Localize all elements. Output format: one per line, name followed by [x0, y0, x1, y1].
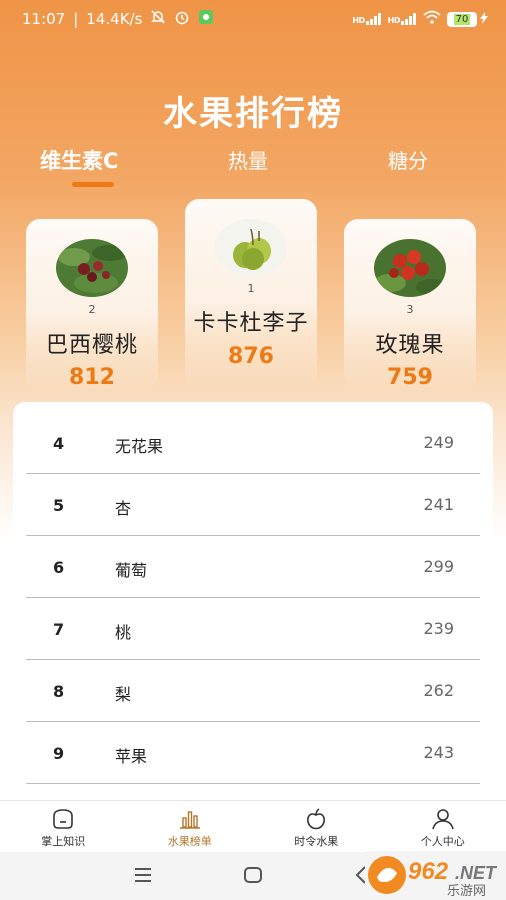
battery-percent: 70	[453, 13, 471, 25]
signal-icon-2: HD	[388, 13, 417, 25]
nav-fruit-ranking[interactable]: 水果榜单	[127, 801, 254, 852]
podium-name-1: 卡卡杜李子	[193, 311, 309, 336]
app-notification-icon	[198, 9, 214, 29]
ranking-list: 4 无花果 249 5 杏 241 6 葡萄 299 7 桃 239 8 梨 2…	[13, 402, 493, 802]
row-value: 249	[423, 433, 454, 452]
home-square-icon[interactable]	[243, 864, 263, 890]
menu-icon[interactable]	[133, 864, 153, 890]
wifi-icon	[423, 10, 441, 28]
brazil-cherry-image	[56, 239, 128, 297]
row-name: 无花果	[115, 437, 164, 456]
charging-icon	[480, 10, 488, 28]
nav-seasonal-fruit[interactable]: 时令水果	[253, 801, 380, 852]
row-rank: 5	[53, 496, 65, 515]
row-name: 杏	[115, 499, 132, 518]
hd-label-2: HD	[387, 16, 401, 25]
person-icon	[431, 807, 455, 831]
list-row[interactable]: 8 梨 262	[26, 660, 480, 722]
battery-level: 70	[447, 11, 477, 27]
nav-profile[interactable]: 个人中心	[380, 801, 506, 852]
row-rank: 4	[53, 434, 65, 453]
podium-value-3: 759	[387, 365, 433, 390]
alarm-icon	[174, 9, 190, 29]
chat-icon	[51, 807, 75, 831]
mute-bell-icon	[150, 9, 166, 29]
podium-card-1[interactable]: 1 卡卡杜李子 876	[185, 199, 317, 389]
row-name: 桃	[115, 623, 132, 642]
row-rank: 8	[53, 682, 65, 701]
row-rank: 7	[53, 620, 65, 639]
row-value: 239	[423, 619, 454, 638]
nav-label: 掌上知识	[41, 835, 86, 848]
list-row[interactable]: 4 无花果 249	[26, 412, 480, 474]
list-row[interactable]: 7 桃 239	[26, 598, 480, 660]
tab-calories[interactable]: 热量	[228, 145, 268, 174]
podium-rank-1: 1	[247, 282, 255, 295]
bottom-nav: 掌上知识 水果榜单 时令水果 个人中心	[0, 800, 506, 852]
bar-chart-icon	[178, 807, 202, 831]
nav-label: 个人中心	[420, 835, 465, 848]
podium-rank-3: 3	[406, 303, 414, 316]
row-value: 243	[423, 743, 454, 762]
podium-name-3: 玫瑰果	[375, 333, 445, 358]
podium-value-1: 876	[228, 344, 274, 369]
status-right: HD HD 70	[352, 10, 488, 28]
network-speed: 14.4K/s	[86, 10, 143, 28]
row-value: 241	[423, 495, 454, 514]
page-title: 水果排行榜	[163, 94, 343, 134]
podium-name-2: 巴西樱桃	[45, 333, 138, 358]
nav-knowledge[interactable]: 掌上知识	[0, 801, 127, 852]
status-divider: |	[73, 10, 79, 28]
battery-indicator: 70	[447, 10, 488, 28]
signal-icon-1: HD	[352, 13, 381, 25]
list-row[interactable]: 5 杏 241	[26, 474, 480, 536]
row-rank: 9	[53, 744, 65, 763]
list-row[interactable]: 9 苹果 243	[26, 722, 480, 784]
svg-text:962: 962	[408, 858, 449, 885]
podium-value-2: 812	[69, 365, 115, 390]
podium-card-3[interactable]: 3 玫瑰果 759	[344, 219, 476, 391]
hd-label-1: HD	[352, 16, 365, 25]
active-tab-indicator	[72, 182, 114, 187]
row-name: 梨	[115, 685, 132, 704]
podium-rank-2: 2	[88, 303, 96, 316]
row-value: 299	[423, 557, 454, 576]
status-bar: 11:07 | 14.4K/s HD HD 70	[0, 0, 506, 38]
rose-hip-image	[374, 239, 446, 297]
status-time: 11:07	[22, 10, 66, 28]
tab-sugar[interactable]: 糖分	[388, 145, 428, 174]
nav-label: 时令水果	[294, 835, 339, 848]
svg-text:.NET: .NET	[455, 863, 498, 883]
svg-text:乐游网: 乐游网	[447, 883, 486, 898]
status-left: 11:07 | 14.4K/s	[22, 9, 214, 29]
apple-icon	[304, 807, 328, 831]
row-value: 262	[423, 681, 454, 700]
row-name: 苹果	[115, 747, 148, 766]
watermark-logo: 962 .NET 乐游网	[365, 851, 506, 900]
nav-label: 水果榜单	[167, 835, 212, 848]
podium-card-2[interactable]: 2 巴西樱桃 812	[26, 219, 158, 391]
row-name: 葡萄	[115, 561, 148, 580]
list-row[interactable]: 6 葡萄 299	[26, 536, 480, 598]
row-rank: 6	[53, 558, 65, 577]
tab-vitamin-c[interactable]: 维生素C	[40, 145, 118, 175]
kakadu-plum-image	[215, 219, 287, 277]
